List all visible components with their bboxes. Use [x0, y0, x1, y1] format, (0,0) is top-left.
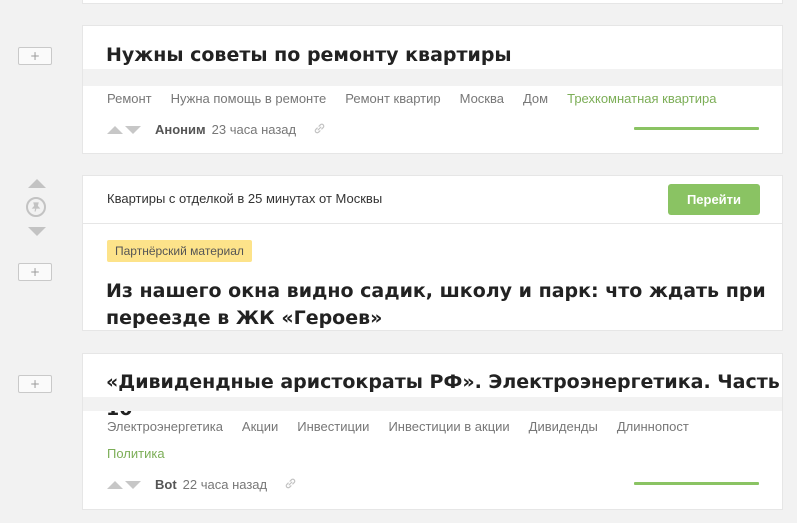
rating-bar	[634, 482, 759, 485]
post-tags: Политика	[107, 446, 184, 461]
pin-icon[interactable]	[26, 197, 46, 217]
plus-icon: +	[29, 49, 41, 63]
post-meta: Bot 22 часа назад	[107, 477, 296, 492]
post-title[interactable]: Нужны советы по ремонту квартиры	[106, 42, 512, 69]
tag-link[interactable]: Акции	[242, 419, 278, 434]
promo-card: Квартиры с отделкой в 25 минутах от Моск…	[82, 175, 783, 331]
tag-link[interactable]: Ремонт квартир	[345, 91, 440, 106]
post-card: Нужны советы по ремонту квартиры Ремонт Н…	[82, 25, 783, 154]
tag-link[interactable]: Ремонт	[107, 91, 152, 106]
add-to-saved-button[interactable]: +	[18, 375, 52, 393]
vote-down-icon[interactable]	[125, 125, 141, 134]
tag-link[interactable]: Длиннопост	[617, 419, 689, 434]
add-to-saved-button[interactable]: +	[18, 263, 52, 281]
vote-up-icon[interactable]	[107, 480, 123, 489]
tag-link[interactable]: Дивиденды	[529, 419, 598, 434]
card-gap	[83, 397, 782, 411]
tag-link[interactable]: Дом	[523, 91, 548, 106]
add-to-saved-button[interactable]: +	[18, 47, 52, 65]
post-card: «Дивидендные аристократы РФ». Электроэне…	[82, 353, 783, 510]
post-author[interactable]: Аноним	[155, 122, 206, 137]
vote-up-icon[interactable]	[28, 179, 46, 188]
post-time[interactable]: 23 часа назад	[212, 122, 296, 137]
tag-link[interactable]: Политика	[107, 446, 165, 461]
vote-up-icon[interactable]	[107, 125, 123, 134]
vote-down-icon[interactable]	[28, 227, 46, 236]
post-meta: Аноним 23 часа назад	[107, 122, 325, 137]
tag-link[interactable]: Инвестиции в акции	[388, 419, 509, 434]
post-tags: Электроэнергетика Акции Инвестиции Инвестиц…	[107, 419, 708, 434]
plus-icon: +	[29, 377, 41, 391]
partner-badge: Партнёрский материал	[107, 240, 252, 262]
tag-link[interactable]: Инвестиции	[297, 419, 369, 434]
post-title[interactable]: «Дивидендные аристократы РФ». Электроэне…	[106, 369, 782, 423]
tag-link[interactable]: Электроэнергетика	[107, 419, 223, 434]
link-icon[interactable]	[285, 478, 296, 492]
link-icon[interactable]	[314, 123, 325, 137]
go-button[interactable]: Перейти	[668, 184, 760, 215]
post-time[interactable]: 22 часа назад	[183, 477, 267, 492]
vote-down-icon[interactable]	[125, 480, 141, 489]
tag-link[interactable]: Москва	[460, 91, 504, 106]
post-tags: Ремонт Нужна помощь в ремонте Ремонт кварт…	[107, 91, 735, 106]
tag-link[interactable]: Трехкомнатная квартира	[567, 91, 716, 106]
divider	[83, 223, 782, 224]
plus-icon: +	[29, 265, 41, 279]
card-gap	[83, 69, 782, 86]
promo-title[interactable]: Из нашего окна видно садик, школу и парк…	[106, 278, 766, 332]
tag-link[interactable]: Нужна помощь в ремонте	[171, 91, 327, 106]
rating-bar	[634, 127, 759, 130]
previous-post-card-bottom	[82, 0, 783, 4]
post-author[interactable]: Bot	[155, 477, 177, 492]
promo-header[interactable]: Квартиры с отделкой в 25 минутах от Моск…	[107, 191, 382, 206]
